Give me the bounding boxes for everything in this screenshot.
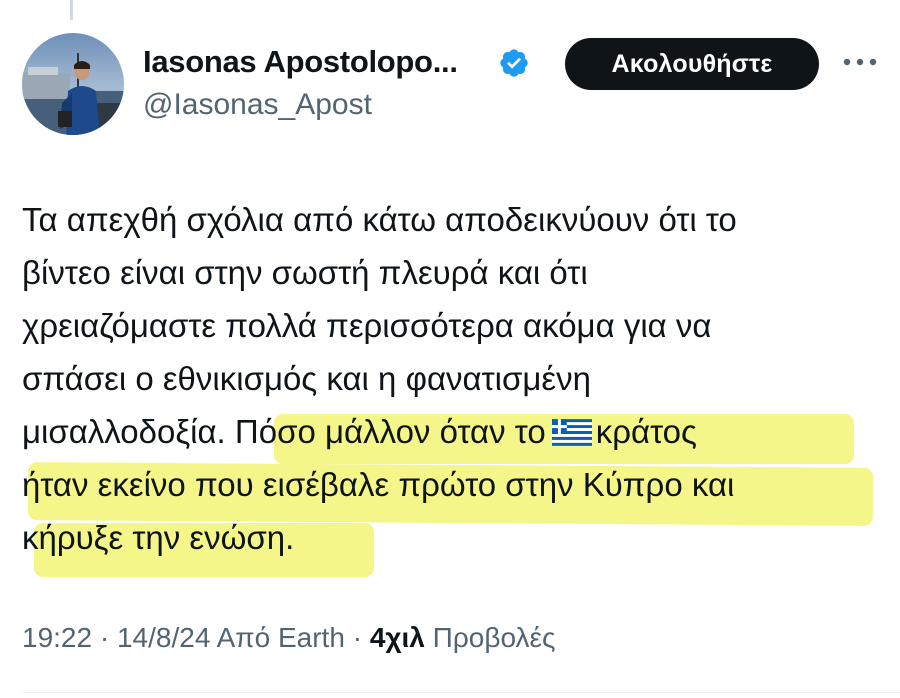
views-label[interactable]: Προβολές — [433, 622, 556, 653]
tweet-line-7: κήρυξε την ενώση. — [22, 519, 295, 556]
tweet-line-5: μισαλλοδοξία. Πόσο μάλλον όταν το κράτος — [22, 405, 882, 458]
tweet-line-1: Τα απεχθή σχόλια από κάτω αποδεικνύουν ό… — [22, 201, 737, 238]
tweet-line-5-highlight-b: κράτος — [595, 413, 697, 450]
more-horizontal-icon[interactable] — [840, 50, 880, 74]
thread-connector-line — [70, 0, 73, 20]
tweet-line-6: ήταν εκείνο που εισέβαλε πρώτο στην Κύπρ… — [22, 466, 735, 503]
tweet-time[interactable]: 19:22 — [22, 622, 92, 653]
tweet-line-3: χρειαζόμαστε πολλά περισσότερα ακόμα για… — [22, 307, 712, 344]
author-display-name[interactable]: Iasonas Apostolopo... — [143, 44, 458, 80]
verified-badge-icon[interactable] — [498, 47, 530, 79]
tweet-date[interactable]: 14/8/24 — [117, 622, 210, 653]
avatar-photo-icon — [22, 33, 124, 135]
tweet-source: Earth — [277, 622, 345, 653]
avatar[interactable] — [22, 33, 124, 135]
tweet-meta: 19:22 · 14/8/24 Από Earth · 4χιλ Προβολέ… — [22, 622, 555, 654]
source-prefix: Από — [216, 622, 271, 653]
divider — [22, 692, 900, 693]
meta-separator-2: · — [352, 622, 363, 653]
meta-separator: · — [99, 622, 110, 653]
tweet-line-5-plain: μισαλλοδοξία. — [22, 413, 226, 450]
tweet-text: Τα απεχθή σχόλια από κάτω αποδεικνύουν ό… — [22, 193, 882, 577]
views-count[interactable]: 4χιλ — [370, 622, 425, 653]
greek-flag-icon — [551, 419, 592, 446]
follow-button[interactable]: Ακολουθήστε — [565, 38, 819, 90]
tweet-line-4: σπάσει ο εθνικισμός και η φανατισμένη — [22, 360, 591, 397]
tweet-line-2: βίντεο είναι στην σωστή πλευρά και ότι — [22, 254, 588, 291]
tweet-line-5-highlight-a: Πόσο μάλλον όταν το — [234, 413, 546, 450]
author-handle[interactable]: @Iasonas_Apost — [143, 88, 372, 122]
